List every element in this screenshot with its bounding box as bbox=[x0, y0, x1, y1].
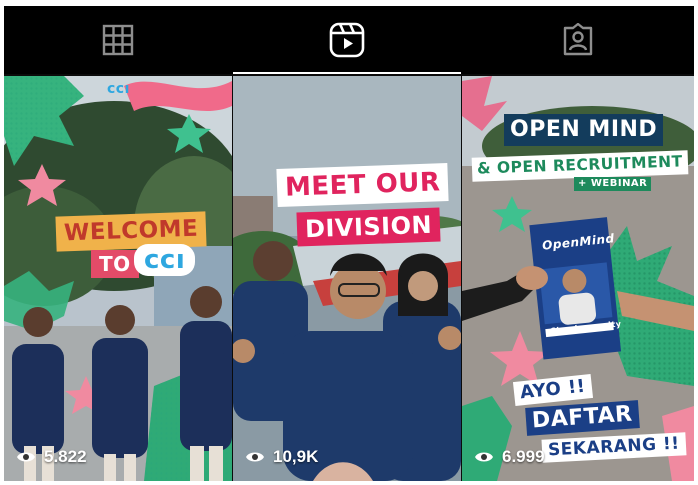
reel-1-photo bbox=[4, 76, 232, 481]
eye-icon bbox=[17, 452, 35, 462]
reel-2-view-count: 10,9K bbox=[245, 447, 318, 467]
eye-icon bbox=[475, 452, 493, 462]
reel-thumbnail-3[interactable]: OPEN MIND & OPEN RECRUITMENT + WEBINAR O… bbox=[462, 76, 694, 481]
reel-2-meet-our-sticker: MEET OUR bbox=[276, 163, 450, 207]
grid-icon bbox=[102, 24, 134, 56]
tab-tagged[interactable] bbox=[462, 6, 694, 74]
reel-1-to-sticker: TO bbox=[91, 250, 139, 278]
reel-2-division-sticker: DIVISION bbox=[296, 207, 441, 247]
reel-1-view-count: 5.822 bbox=[16, 447, 87, 467]
reel-1-logo-sticker: ccı bbox=[107, 81, 130, 97]
tab-reels[interactable] bbox=[233, 6, 461, 74]
view-count-text: 10,9K bbox=[273, 447, 319, 466]
view-count-text: 6.999 bbox=[502, 447, 545, 466]
reel-2-photo bbox=[233, 76, 461, 481]
profile-tab-bar bbox=[4, 6, 694, 74]
tab-grid[interactable] bbox=[4, 6, 232, 74]
reel-thumbnail-1[interactable]: ccı WELCOME TO ccı 5.822 bbox=[4, 76, 232, 481]
reel-thumbnail-2[interactable]: MEET OUR DIVISION 10,9K bbox=[233, 76, 461, 481]
reels-profile-grid-frame: ccı WELCOME TO ccı 5.822 MEET OUR DIVISI… bbox=[4, 6, 694, 481]
reels-grid: ccı WELCOME TO ccı 5.822 MEET OUR DIVISI… bbox=[4, 76, 694, 481]
reel-3-open-mind-sticker: OPEN MIND bbox=[504, 114, 664, 146]
reel-3-webinar-sticker: + WEBINAR bbox=[574, 177, 652, 191]
eye-icon bbox=[246, 452, 264, 462]
reel-3-view-count: 6.999 bbox=[474, 447, 545, 467]
tagged-person-icon bbox=[563, 23, 593, 56]
reels-icon bbox=[329, 22, 365, 58]
view-count-text: 5.822 bbox=[44, 447, 87, 466]
reel-1-cci-logo: ccı bbox=[134, 244, 196, 276]
